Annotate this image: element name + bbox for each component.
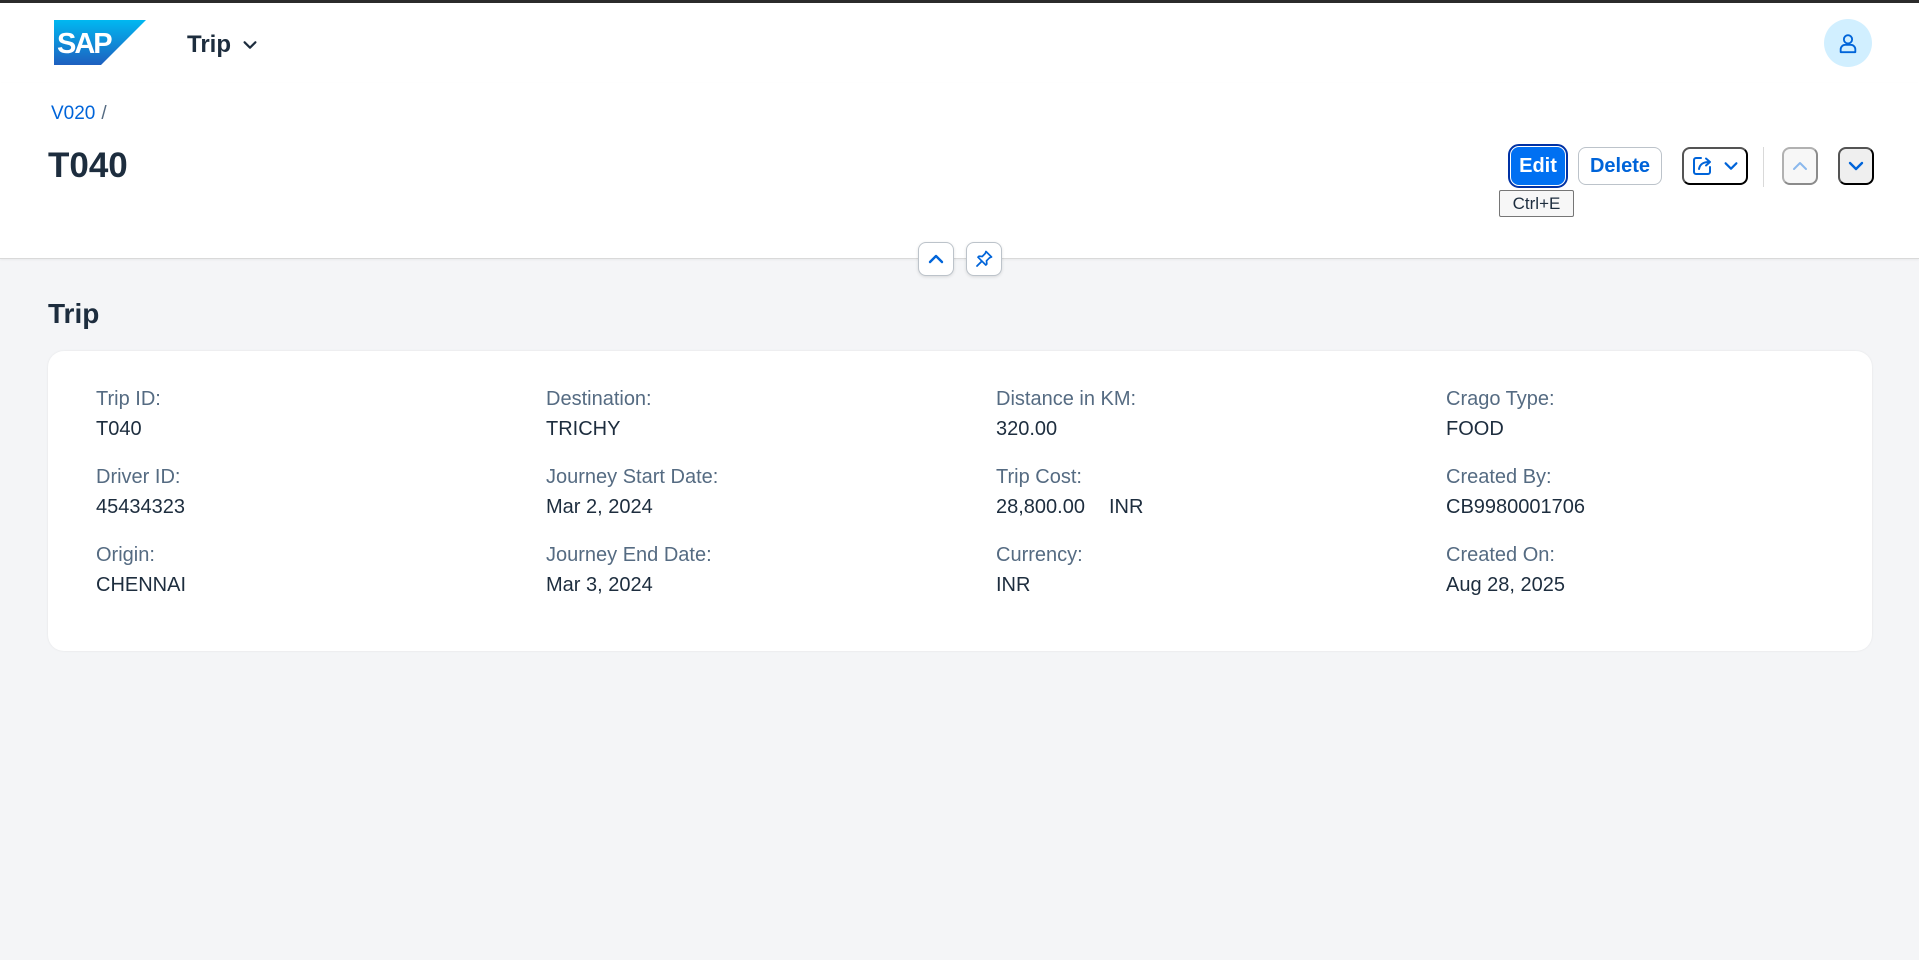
field-origin: Origin: CHENNAI — [96, 543, 186, 597]
chevron-up-icon — [1793, 162, 1807, 170]
share-menu-button[interactable] — [1682, 147, 1748, 185]
previous-item-button[interactable] — [1782, 147, 1818, 185]
user-avatar-button[interactable] — [1824, 19, 1872, 67]
field-value: CHENNAI — [96, 574, 187, 596]
object-page-header: V020 / T040 Edit Delete — [0, 83, 1919, 259]
field-currency: Currency: INR — [996, 543, 1083, 597]
field-value: Mar 2, 2024 — [546, 496, 653, 518]
breadcrumb-separator: / — [101, 103, 107, 124]
sap-logo[interactable]: SAP — [54, 20, 146, 65]
app-title: Trip — [187, 31, 232, 58]
field-value-with-unit: 28,800.00 INR — [996, 495, 1143, 519]
collapse-header-button[interactable] — [918, 242, 954, 276]
chevron-down-icon — [1724, 162, 1738, 170]
field-cargo-type: Crago Type: FOOD — [1446, 387, 1555, 441]
field-value: T040 — [96, 418, 142, 440]
field-value: TRICHY — [546, 418, 621, 440]
pin-icon — [976, 250, 993, 267]
edit-button[interactable]: Edit — [1508, 144, 1568, 188]
field-value: 320.00 — [996, 418, 1058, 440]
field-value: Aug 28, 2025 — [1446, 574, 1565, 596]
trip-cost-unit: INR — [1108, 496, 1144, 518]
field-value: Mar 3, 2024 — [546, 574, 653, 596]
chevron-up-icon — [928, 254, 944, 264]
field-trip-cost: Trip Cost: 28,800.00 INR — [996, 465, 1143, 519]
field-label: Journey Start Date: — [546, 466, 719, 488]
delete-button[interactable]: Delete — [1578, 147, 1662, 185]
field-label: Driver ID: — [96, 466, 181, 488]
shell-bar: SAP Trip — [0, 3, 1919, 83]
field-journey-start-date: Journey Start Date: Mar 2, 2024 — [546, 465, 718, 519]
field-label: Crago Type: — [1446, 388, 1555, 410]
chevron-down-icon — [1848, 161, 1864, 171]
field-value: CB9980001706 — [1446, 496, 1586, 518]
pin-header-button[interactable] — [966, 242, 1002, 276]
trip-cost-amount: 28,800.00 — [996, 496, 1085, 518]
breadcrumb: V020 / — [51, 103, 107, 125]
field-label: Origin: — [96, 544, 155, 566]
trip-details-card: Trip ID: T040 Driver ID: 45434323 Origin… — [48, 351, 1872, 651]
field-label: Trip Cost: — [996, 466, 1082, 488]
field-label: Created On: — [1446, 544, 1555, 566]
person-icon — [1839, 34, 1857, 54]
field-label: Trip ID: — [96, 388, 161, 410]
page-title: T040 — [48, 146, 128, 185]
field-label: Destination: — [546, 388, 652, 410]
field-distance-km: Distance in KM: 320.00 — [996, 387, 1136, 441]
section-title: Trip — [48, 298, 100, 329]
breadcrumb-link-v020[interactable]: V020 — [51, 103, 95, 125]
field-created-by: Created By: CB9980001706 — [1446, 465, 1585, 519]
toolbar-separator — [1763, 147, 1764, 187]
svg-text:SAP: SAP — [57, 28, 112, 60]
edit-shortcut-tooltip: Ctrl+E — [1499, 190, 1574, 217]
field-label: Journey End Date: — [546, 544, 712, 566]
field-value: 45434323 — [96, 496, 185, 518]
chevron-down-icon — [243, 41, 257, 49]
field-value: INR — [996, 574, 1031, 596]
field-driver-id: Driver ID: 45434323 — [96, 465, 185, 519]
field-value: FOOD — [1446, 418, 1504, 440]
share-icon — [1693, 157, 1711, 175]
field-trip-id: Trip ID: T040 — [96, 387, 161, 441]
app-title-menu[interactable]: Trip — [187, 29, 259, 61]
field-label: Created By: — [1446, 466, 1552, 488]
field-label: Distance in KM: — [996, 388, 1137, 410]
field-label: Currency: — [996, 544, 1083, 566]
field-created-on: Created On: Aug 28, 2025 — [1446, 543, 1565, 597]
field-destination: Destination: TRICHY — [546, 387, 652, 441]
next-item-button[interactable] — [1838, 147, 1874, 185]
field-journey-end-date: Journey End Date: Mar 3, 2024 — [546, 543, 712, 597]
